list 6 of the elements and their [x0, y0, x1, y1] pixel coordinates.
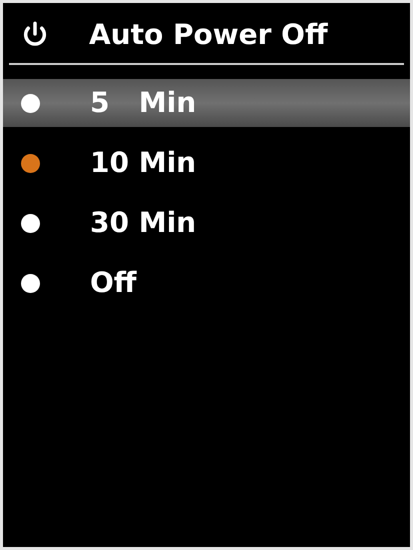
screen-title: Auto Power Off — [89, 17, 328, 53]
option-label: 10 Min — [90, 145, 196, 181]
option-label: 5 Min — [90, 85, 196, 121]
option-label: 30 Min — [90, 205, 196, 241]
option-label: Off — [90, 265, 136, 301]
menu-option[interactable]: 5 Min — [3, 79, 410, 127]
